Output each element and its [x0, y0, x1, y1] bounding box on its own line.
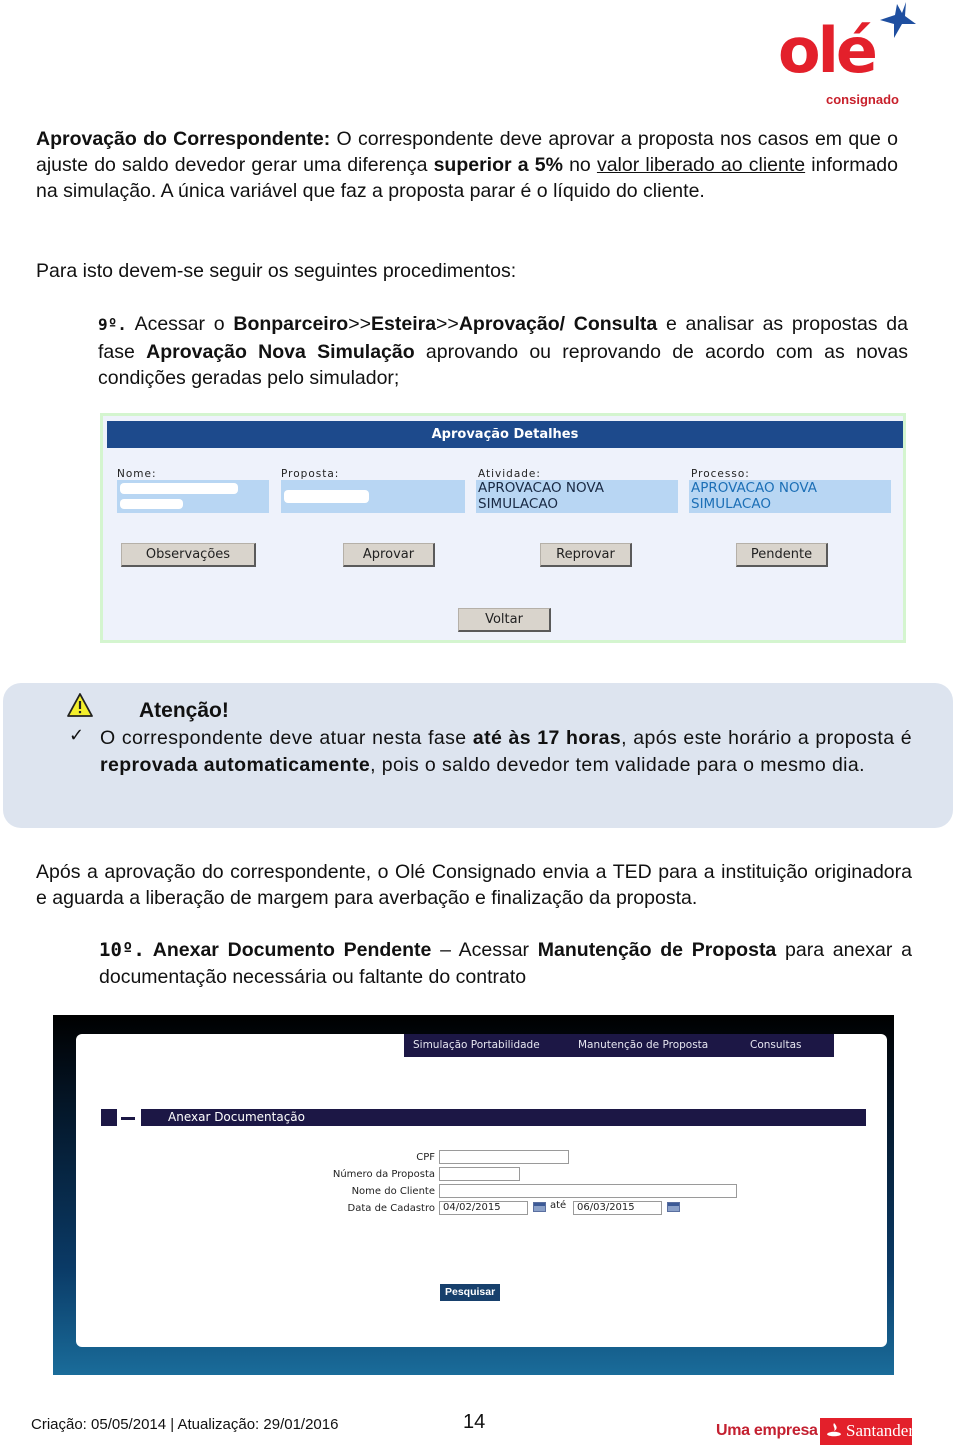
- field-label-proposta: Proposta:: [281, 468, 340, 480]
- checkmark-icon: ✓: [69, 725, 85, 746]
- attention-text: O correspondente deve atuar nesta fase a…: [100, 725, 912, 779]
- collapse-icon[interactable]: [117, 1101, 141, 1135]
- data-cadastro-label: Data de Cadastro: [347, 1203, 435, 1214]
- top-nav: Simulação Portabilidade Manutenção de Pr…: [404, 1034, 834, 1057]
- attention-box: Atenção! ✓ O correspondente deve atuar n…: [3, 683, 953, 828]
- attention-text-part: , após este horário a proposta é: [621, 727, 913, 749]
- step-text: Acessar o: [126, 313, 234, 335]
- observacoes-button[interactable]: Observações: [121, 543, 256, 567]
- pendente-button[interactable]: Pendente: [736, 543, 828, 567]
- step-number: 10º.: [99, 939, 145, 961]
- intro-text: no: [562, 154, 597, 176]
- menu-path-aprovacao-consulta: Aprovação/ Consulta: [458, 313, 658, 335]
- field-value: APROVACAO NOVA: [691, 480, 817, 496]
- field-proposta: [281, 480, 465, 513]
- calendar-icon[interactable]: [667, 1202, 680, 1212]
- field-processo: APROVACAO NOVA SIMULACAO: [689, 480, 891, 513]
- cpf-input[interactable]: [439, 1150, 569, 1164]
- nav-simulacao-portabilidade[interactable]: Simulação Portabilidade: [413, 1034, 540, 1057]
- intro-highlight: superior a 5%: [433, 154, 563, 176]
- approval-details-title: Aprovação Detalhes: [107, 421, 903, 448]
- path-separator: >>: [436, 313, 459, 335]
- step-text: Acessar: [458, 939, 538, 961]
- ate-label: até: [550, 1200, 567, 1211]
- nav-consultas[interactable]: Consultas: [750, 1034, 801, 1057]
- redacted-value: [284, 490, 369, 503]
- menu-path-bonparceiro: Bonparceiro: [233, 313, 349, 335]
- path-separator: >>: [348, 313, 371, 335]
- page-number: 14: [463, 1411, 486, 1433]
- redacted-value: [120, 499, 183, 509]
- nome-cliente-label: Nome do Cliente: [351, 1186, 435, 1197]
- intro-title: Aprovação do Correspondente:: [36, 128, 331, 150]
- step-10: 10º. Anexar Documento Pendente – Acessar…: [99, 937, 912, 991]
- section-title: Anexar Documentação: [168, 1110, 306, 1124]
- after-approval-paragraph: Após a aprovação do correspondente, o Ol…: [36, 861, 912, 909]
- footer-dates: Criação: 05/05/2014 | Atualização: 29/01…: [31, 1416, 339, 1433]
- field-value: SIMULACAO: [478, 496, 558, 512]
- aprovar-button[interactable]: Aprovar: [343, 543, 435, 567]
- menu-path-esteira: Esteira: [371, 313, 437, 335]
- data-from-input[interactable]: 04/02/2015: [439, 1201, 528, 1215]
- nome-cliente-input[interactable]: [439, 1184, 737, 1198]
- menu-manutencao-proposta: Manutenção de Proposta: [537, 939, 777, 961]
- attach-documentation-screenshot: Simulação Portabilidade Manutenção de Pr…: [53, 1015, 894, 1375]
- logo-wordmark: olé: [778, 14, 878, 87]
- ole-consignado-logo: olé consignado: [776, 2, 916, 108]
- field-value: SIMULACAO: [691, 496, 771, 512]
- warning-icon: [67, 693, 93, 717]
- cpf-label: CPF: [416, 1152, 435, 1163]
- app-window: Simulação Portabilidade Manutenção de Pr…: [76, 1034, 887, 1347]
- deadline-time: até às 17 horas: [472, 727, 622, 749]
- intro-paragraph: Aprovação do Correspondente: O correspon…: [36, 126, 898, 204]
- nav-manutencao-proposta[interactable]: Manutenção de Proposta: [578, 1034, 708, 1057]
- field-label-atividade: Atividade:: [478, 468, 541, 480]
- field-label-processo: Processo:: [691, 468, 750, 480]
- intro-underline: valor liberado ao cliente: [596, 154, 806, 176]
- approval-details-screenshot: Aprovação Detalhes Nome: Proposta: Ativi…: [100, 413, 906, 643]
- section-header: Anexar Documentação: [101, 1101, 866, 1135]
- field-value: APROVACAO NOVA: [478, 480, 604, 496]
- data-to-input[interactable]: 06/03/2015: [573, 1201, 662, 1215]
- step-9: 9º. Acessar o Bonparceiro>>Esteira>>Apro…: [98, 311, 908, 392]
- numero-proposta-label: Número da Proposta: [332, 1169, 435, 1180]
- star-icon: [880, 2, 916, 38]
- santander-logo: Santander: [820, 1418, 914, 1445]
- attention-title: Atenção!: [139, 699, 229, 722]
- auto-reject-note: reprovada automaticamente: [100, 754, 371, 776]
- pesquisar-button[interactable]: Pesquisar: [440, 1284, 501, 1301]
- step-number: 9º.: [98, 315, 127, 334]
- flame-icon: [827, 1423, 841, 1437]
- calendar-icon[interactable]: [533, 1202, 546, 1212]
- phase-name: Aprovação Nova Simulação: [146, 340, 415, 363]
- step-dash: –: [431, 939, 459, 961]
- step-title: Anexar Documento Pendente: [144, 939, 432, 961]
- field-atividade: APROVACAO NOVA SIMULACAO: [476, 480, 678, 513]
- numero-proposta-input[interactable]: [439, 1167, 520, 1181]
- santander-wordmark: Santander: [846, 1421, 914, 1440]
- attention-text-part: , pois o saldo devedor tem validade para…: [370, 754, 865, 776]
- company-prefix: Uma empresa: [716, 1422, 818, 1439]
- reprovar-button[interactable]: Reprovar: [540, 543, 632, 567]
- procedures-intro: Para isto devem-se seguir os seguintes p…: [36, 260, 517, 282]
- voltar-button[interactable]: Voltar: [458, 608, 551, 632]
- field-nome: [117, 480, 269, 513]
- logo-subtitle: consignado: [826, 92, 899, 107]
- attention-text-part: O correspondente deve atuar nesta fase: [100, 727, 473, 749]
- field-label-nome: Nome:: [117, 468, 157, 480]
- redacted-value: [120, 483, 238, 494]
